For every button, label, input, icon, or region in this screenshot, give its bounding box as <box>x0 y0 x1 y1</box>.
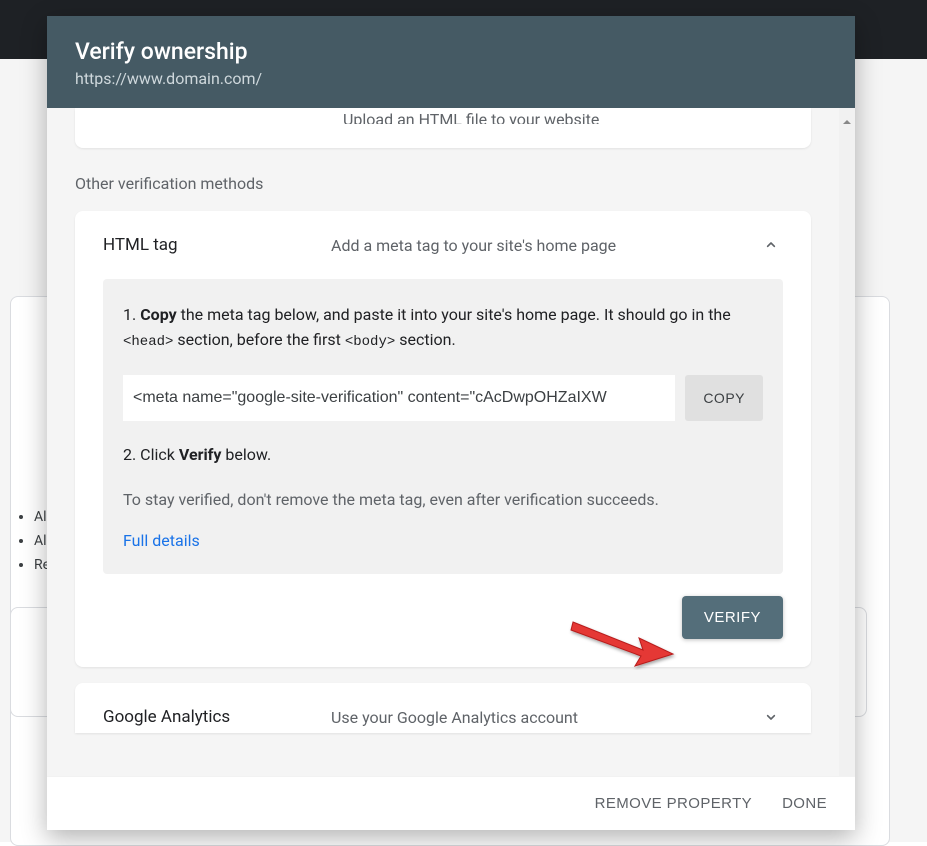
step-2-text: 2. Click Verify below. <box>123 443 763 468</box>
copy-button[interactable]: COPY <box>685 375 763 421</box>
method-name: Google Analytics <box>103 707 331 727</box>
modal-subtitle: https://www.domain.com/ <box>75 69 827 88</box>
scroll-up-icon[interactable] <box>841 116 853 128</box>
html-tag-method-card: HTML tag Add a meta tag to your site's h… <box>75 211 811 667</box>
chevron-down-icon <box>759 705 783 729</box>
background-list: All All Re <box>20 509 50 581</box>
instructions-box: 1. Copy the meta tag below, and paste it… <box>103 279 783 574</box>
modal-title: Verify ownership <box>75 38 827 65</box>
done-button[interactable]: DONE <box>782 795 827 812</box>
remove-property-button[interactable]: REMOVE PROPERTY <box>595 795 752 812</box>
html-tag-header[interactable]: HTML tag Add a meta tag to your site's h… <box>75 211 811 279</box>
meta-tag-input[interactable] <box>123 375 675 421</box>
meta-tag-row: COPY <box>123 375 763 421</box>
scrollbar[interactable] <box>839 108 855 776</box>
stay-verified-note: To stay verified, don't remove the meta … <box>123 490 763 509</box>
modal-body[interactable]: Upload an HTML file to your website Othe… <box>47 108 855 776</box>
google-analytics-method-card[interactable]: Google Analytics Use your Google Analyti… <box>75 683 811 733</box>
html-tag-body: 1. Copy the meta tag below, and paste it… <box>75 279 811 667</box>
method-desc: Add a meta tag to your site's home page <box>331 236 759 255</box>
html-file-method-card[interactable]: Upload an HTML file to your website <box>75 108 811 148</box>
method-desc: Use your Google Analytics account <box>331 708 759 727</box>
method-desc: Upload an HTML file to your website <box>343 110 599 124</box>
chevron-up-icon <box>759 233 783 257</box>
other-methods-label: Other verification methods <box>75 174 811 193</box>
modal-header: Verify ownership https://www.domain.com/ <box>47 16 855 108</box>
verify-ownership-modal: Verify ownership https://www.domain.com/… <box>47 16 855 830</box>
method-name: HTML tag <box>103 235 331 255</box>
modal-footer: REMOVE PROPERTY DONE <box>47 776 855 830</box>
verify-button[interactable]: VERIFY <box>682 596 783 639</box>
step-1-text: 1. Copy the meta tag below, and paste it… <box>123 303 763 353</box>
full-details-link[interactable]: Full details <box>123 531 200 550</box>
